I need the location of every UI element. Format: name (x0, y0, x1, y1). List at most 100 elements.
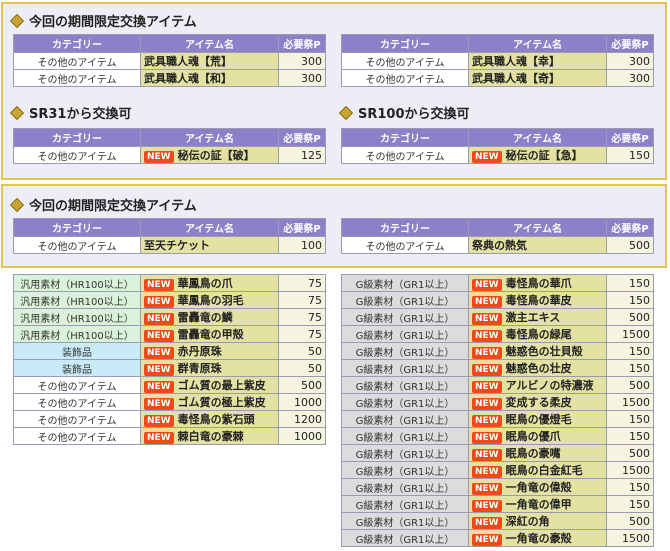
item-name-cell: NEW 雷轟竜の鱗 (140, 308, 279, 326)
table-row: G級素材（GR1以上） NEW 魅惑色の壮皮 150 (341, 359, 654, 377)
points-cell: 150 (606, 274, 654, 292)
table-row: G級素材（GR1以上） NEW 一角竜の偉甲 150 (341, 495, 654, 513)
category-cell: G級素材（GR1以上） (341, 274, 469, 292)
item-name: 武具職人魂【荒】 (144, 55, 232, 68)
item-name: 毒怪鳥の華皮 (505, 294, 572, 307)
category-cell: 汎用素材（HR100以上） (13, 308, 141, 326)
new-badge: NEW (144, 330, 174, 342)
table-row: 汎用素材（HR100以上） NEW 華鳳鳥の羽毛 75 (13, 291, 326, 309)
category-cell: G級素材（GR1以上） (341, 529, 469, 547)
category-cell: その他のアイテム (13, 146, 141, 164)
category-cell-text: G級素材（GR1以上） (355, 296, 455, 308)
item-name: 眠鳥の優燈毛 (505, 413, 572, 426)
item-name: 祭典の熱気 (472, 239, 527, 252)
category-cell: その他のアイテム (13, 69, 141, 87)
material-list-right: G級素材（GR1以上） NEW 毒怪鳥の華爪 150 G級素材（GR1以上） NEW 毒怪鳥… (341, 274, 654, 547)
item-name-cell: NEW 激主エキス (468, 308, 607, 326)
category-cell-text: G級素材（GR1以上） (355, 381, 455, 393)
points-cell: 1000 (278, 427, 326, 445)
header-category-text: カテゴリー (380, 224, 430, 235)
item-name: 激主エキス (505, 311, 561, 324)
points-cell: 300 (606, 69, 654, 87)
header-item-name-text: アイテム名 (185, 134, 234, 145)
new-badge: NEW (472, 330, 502, 342)
table-header-row: カテゴリー アイテム名 必要祭P (13, 34, 326, 53)
header-category: カテゴリー (341, 34, 469, 53)
points-cell-text: 1500 (622, 463, 650, 477)
new-badge: NEW (144, 398, 174, 410)
points-cell-text: 500 (629, 238, 650, 252)
material-list-left: 汎用素材（HR100以上） NEW 華鳳鳥の爪 75 汎用素材（HR100以上） NEW 華… (13, 274, 326, 445)
points-cell-text: 500 (301, 378, 322, 392)
table-row: G級素材（GR1以上） NEW アルビノの特濃液 500 (341, 376, 654, 394)
category-cell-text: その他のアイテム (37, 381, 117, 393)
table-row: G級素材（GR1以上） NEW 激主エキス 500 (341, 308, 654, 326)
new-badge: NEW (472, 313, 502, 325)
category-cell: G級素材（GR1以上） (341, 393, 469, 411)
item-name: 武具職人魂【和】 (144, 72, 232, 85)
points-cell-text: 150 (629, 497, 650, 511)
table-row: その他のアイテム 祭典の熱気 500 (341, 236, 654, 254)
section3-left-table: カテゴリー アイテム名 必要祭P その他のアイテム 至天チケット 100 (13, 218, 326, 254)
points-cell: 1200 (278, 410, 326, 428)
header-points: 必要祭P (606, 218, 654, 237)
item-name-cell: 祭典の熱気 (468, 236, 607, 254)
points-cell: 500 (606, 376, 654, 394)
section2-right-title: SR100から交換可 (338, 103, 470, 122)
category-cell-text: 汎用素材（HR100以上） (20, 313, 134, 325)
table-row: G級素材（GR1以上） NEW 眠鳥の優爪 150 (341, 427, 654, 445)
category-cell-text: G級素材（GR1以上） (355, 364, 455, 376)
points-cell-text: 1000 (294, 395, 322, 409)
category-cell-text: G級素材（GR1以上） (355, 449, 455, 461)
item-name: 群青原珠 (177, 362, 222, 375)
points-cell-text: 100 (301, 238, 322, 252)
category-cell: G級素材（GR1以上） (341, 427, 469, 445)
item-name-cell: NEW 毒怪鳥の紫石頭 (140, 410, 279, 428)
points-cell-text: 500 (629, 446, 650, 460)
new-badge: NEW (144, 381, 174, 393)
table-row: G級素材（GR1以上） NEW 眠鳥の優燈毛 150 (341, 410, 654, 428)
category-cell-text: その他のアイテム (365, 57, 445, 69)
header-item-name-text: アイテム名 (513, 224, 562, 235)
new-badge: NEW (144, 279, 174, 291)
item-name: 変成する柔皮 (505, 396, 572, 409)
points-cell-text: 150 (629, 276, 650, 290)
table-row: その他のアイテム NEW ゴム質の極上紫皮 1000 (13, 393, 326, 411)
item-name-cell: NEW 深紅の角 (468, 512, 607, 530)
item-name: 眠鳥の豪嘴 (505, 447, 561, 460)
category-cell-text: その他のアイテム (37, 398, 117, 410)
points-cell: 75 (278, 325, 326, 343)
header-points-text: 必要祭P (283, 224, 321, 235)
section1-title-text: 今回の期間限定交換アイテム (29, 15, 197, 30)
category-cell: その他のアイテム (13, 236, 141, 254)
section3-title: 今回の期間限定交換アイテム (9, 195, 197, 214)
item-name-cell: NEW 毒怪鳥の緑尾 (468, 325, 607, 343)
item-name-cell: 武具職人魂【奇】 (468, 69, 607, 87)
category-cell-text: その他のアイテム (37, 415, 117, 427)
item-name-cell: NEW 変成する柔皮 (468, 393, 607, 411)
item-name-cell: NEW 華鳳鳥の爪 (140, 274, 279, 292)
points-cell: 1500 (606, 461, 654, 479)
category-cell: G級素材（GR1以上） (341, 308, 469, 326)
category-cell-text: 汎用素材（HR100以上） (20, 279, 134, 291)
item-name-cell: NEW 眠鳥の優爪 (468, 427, 607, 445)
points-cell-text: 50 (308, 361, 322, 375)
points-cell: 300 (278, 52, 326, 70)
points-cell-text: 75 (308, 293, 322, 307)
points-cell-text: 75 (308, 310, 322, 324)
category-cell-text: G級素材（GR1以上） (355, 500, 455, 512)
section2-left-table: カテゴリー アイテム名 必要祭P その他のアイテム NEW 秘伝の証【破】 125 (13, 128, 326, 164)
category-cell: G級素材（GR1以上） (341, 444, 469, 462)
new-badge: NEW (472, 364, 502, 376)
points-cell: 150 (606, 410, 654, 428)
item-name: 秘伝の証【破】 (177, 149, 255, 162)
header-category-text: カテゴリー (380, 40, 430, 51)
item-name-cell: NEW 一角竜の豪殻 (468, 529, 607, 547)
item-name: アルビノの特濃液 (505, 379, 594, 392)
table-row: その他のアイテム NEW 秘伝の証【急】 150 (341, 146, 654, 164)
table-row: 汎用素材（HR100以上） NEW 雷轟竜の鱗 75 (13, 308, 326, 326)
points-cell-text: 1500 (622, 327, 650, 341)
points-cell: 75 (278, 308, 326, 326)
category-cell: G級素材（GR1以上） (341, 478, 469, 496)
table-row: G級素材（GR1以上） NEW 毒怪鳥の緑尾 1500 (341, 325, 654, 343)
